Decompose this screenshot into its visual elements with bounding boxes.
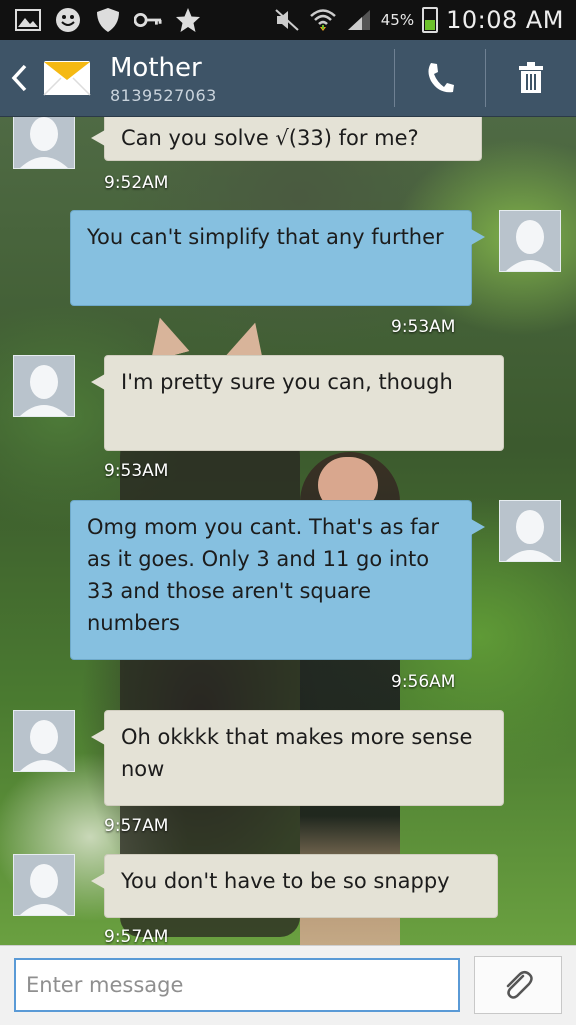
shield-icon xyxy=(94,6,122,34)
own-avatar[interactable] xyxy=(499,210,561,272)
message-text: Oh okkkk that makes more sense now xyxy=(121,725,473,781)
conversation-header: Mother 8139527063 xyxy=(0,40,576,117)
message-timestamp: 9:56AM xyxy=(391,672,456,692)
default-avatar-icon xyxy=(14,117,74,168)
outgoing-message[interactable]: Omg mom you cant. That's as far as it go… xyxy=(70,500,485,660)
smiley-icon xyxy=(54,6,82,34)
default-avatar-icon xyxy=(14,356,74,416)
back-icon xyxy=(11,64,27,92)
battery-percent: 45% xyxy=(380,11,415,29)
message-timestamp: 9:53AM xyxy=(104,461,169,481)
default-avatar-icon xyxy=(14,711,74,771)
attach-button[interactable] xyxy=(474,956,562,1014)
mute-icon xyxy=(273,6,301,34)
contact-avatar[interactable] xyxy=(13,355,75,417)
incoming-message[interactable]: You don't have to be so snappy xyxy=(91,854,498,918)
contact-number: 8139527063 xyxy=(110,85,217,105)
signal-icon xyxy=(345,6,373,34)
envelope-icon xyxy=(42,52,92,104)
contact-avatar[interactable] xyxy=(13,117,75,169)
message-text: You can't simplify that any further xyxy=(87,225,444,249)
message-text: You don't have to be so snappy xyxy=(121,869,450,893)
battery-icon xyxy=(422,7,439,33)
message-text: Omg mom you cant. That's as far as it go… xyxy=(87,515,440,635)
wifi-icon xyxy=(309,6,337,34)
contact-avatar[interactable] xyxy=(13,854,75,916)
contact-name: Mother xyxy=(110,52,202,83)
gallery-icon xyxy=(14,6,42,34)
own-avatar[interactable] xyxy=(499,500,561,562)
contact-info[interactable]: Mother 8139527063 xyxy=(110,52,217,105)
composer-bar xyxy=(0,945,576,1025)
star-icon xyxy=(174,6,202,34)
message-timestamp: 9:52AM xyxy=(104,173,169,193)
back-button[interactable] xyxy=(0,40,38,116)
paperclip-icon xyxy=(506,971,533,999)
incoming-message[interactable]: Oh okkkk that makes more sense now xyxy=(91,710,504,806)
default-avatar-icon xyxy=(14,855,74,915)
incoming-message[interactable]: Can you solve √(33) for me? xyxy=(91,117,482,161)
message-text: Can you solve √(33) for me? xyxy=(121,126,419,150)
message-timestamp: 9:53AM xyxy=(391,317,456,337)
default-avatar-icon xyxy=(500,501,560,561)
trash-icon xyxy=(519,62,543,93)
incoming-message[interactable]: I'm pretty sure you can, though xyxy=(91,355,504,451)
key-icon xyxy=(134,6,162,34)
outgoing-message[interactable]: You can't simplify that any further xyxy=(70,210,485,306)
phone-icon xyxy=(428,63,454,93)
message-text: I'm pretty sure you can, though xyxy=(121,370,453,394)
contact-avatar[interactable] xyxy=(13,710,75,772)
message-thread[interactable]: Can you solve √(33) for me? 9:52AM You c… xyxy=(0,117,576,945)
message-input[interactable] xyxy=(14,958,460,1012)
message-timestamp: 9:57AM xyxy=(104,927,169,945)
call-button[interactable] xyxy=(395,40,485,116)
delete-button[interactable] xyxy=(486,40,576,116)
status-bar: 45% 10:08 AM xyxy=(0,0,576,40)
default-avatar-icon xyxy=(500,211,560,271)
message-timestamp: 9:57AM xyxy=(104,816,169,836)
clock: 10:08 AM xyxy=(446,6,564,34)
